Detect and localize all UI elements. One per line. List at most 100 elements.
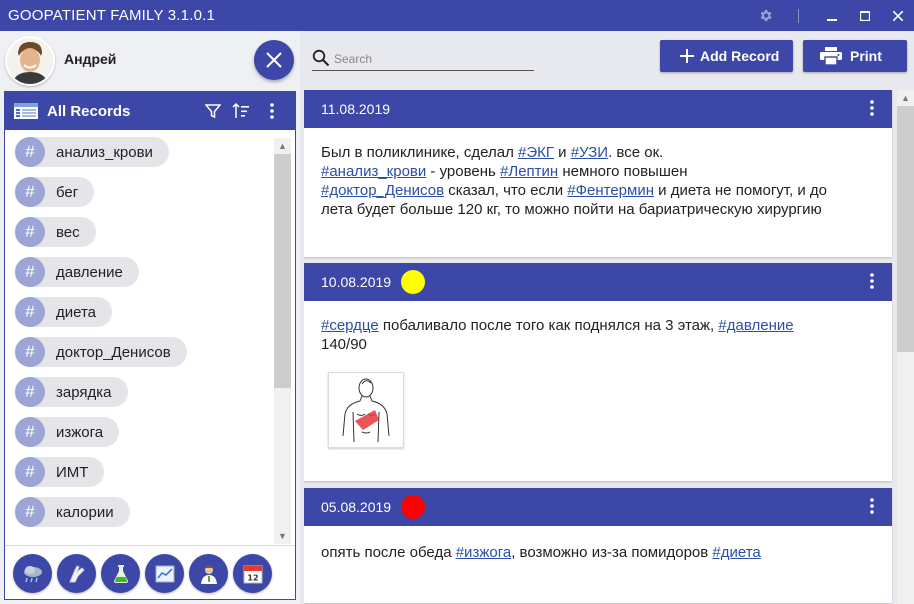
record-text-segment: и: [553, 144, 571, 161]
settings-button[interactable]: [749, 0, 782, 31]
hashtag-icon: #: [15, 257, 45, 287]
more-button[interactable]: [262, 101, 282, 121]
hashtag-link[interactable]: #анализ_крови: [321, 163, 426, 180]
scroll-down-icon[interactable]: ▼: [274, 528, 291, 544]
print-button[interactable]: Print: [803, 40, 907, 72]
separator-icon: [782, 0, 815, 31]
svg-text:12: 12: [247, 573, 258, 582]
calendar-button[interactable]: 12: [233, 554, 272, 593]
avatar[interactable]: [5, 36, 55, 86]
print-label: Print: [850, 48, 882, 64]
close-panel-button[interactable]: [254, 40, 294, 80]
window-controls: [749, 0, 914, 31]
tag-label: анализ_крови: [56, 143, 153, 161]
tag-item[interactable]: # калории: [15, 497, 130, 527]
title-bar: GOOPATIENT FAMILY 3.1.0.1: [0, 0, 914, 31]
scroll-thumb[interactable]: [897, 106, 914, 352]
filter-button[interactable]: [203, 101, 223, 121]
record-card[interactable]: 11.08.2019 Был в поликлинике, сделал #ЭК…: [304, 90, 892, 257]
record-line: 140/90: [321, 335, 875, 354]
hashtag-link[interactable]: #изжога: [456, 544, 511, 561]
record-text: опять после обеда #изжога, возможно из-з…: [304, 526, 892, 572]
record-text-segment: 140/90: [321, 336, 367, 353]
search-input[interactable]: [334, 50, 532, 68]
tag-item[interactable]: # изжога: [15, 417, 120, 447]
tag-list-scrollbar[interactable]: ▲ ▼: [274, 138, 291, 544]
hashtag-link[interactable]: #давление: [718, 317, 793, 334]
record-card[interactable]: 10.08.2019 #сердце побаливало после того…: [304, 263, 892, 481]
status-dot: [401, 270, 426, 294]
close-icon: [266, 52, 282, 68]
minimize-icon: [826, 18, 837, 21]
maximize-icon: [859, 10, 870, 21]
tag-list: # анализ_крови # бег # вес # давление # диета # док…: [5, 130, 272, 538]
scroll-up-icon[interactable]: ▲: [274, 138, 291, 154]
close-icon: [892, 10, 903, 21]
hashtag-link[interactable]: #УЗИ: [571, 144, 608, 161]
tag-item[interactable]: # диета: [15, 297, 113, 327]
calendar-icon: 12: [243, 565, 262, 583]
hashtag-icon: #: [15, 217, 45, 247]
tag-label: изжога: [56, 423, 104, 441]
gloves-button[interactable]: [57, 554, 96, 593]
lab-button[interactable]: [101, 554, 140, 593]
tag-item[interactable]: # вес: [15, 217, 96, 247]
record-card[interactable]: 05.08.2019 опять после обеда #изжога, во…: [304, 488, 892, 603]
tag-item[interactable]: # бег: [15, 177, 95, 207]
record-text-segment: и диета не помогут, и до: [654, 182, 827, 199]
records-panel: All Records # анализ_крови # бег # вес # давлен…: [4, 91, 296, 600]
sort-icon: [232, 103, 249, 118]
scroll-thumb[interactable]: [274, 154, 291, 388]
record-line: лета будет больше 120 кг, то можно пойти…: [321, 200, 875, 219]
record-menu-button[interactable]: [870, 498, 874, 519]
records-feed: 11.08.2019 Был в поликлинике, сделал #ЭК…: [304, 90, 893, 604]
hashtag-icon: #: [15, 417, 45, 447]
records-header: All Records: [5, 92, 295, 130]
feed-scrollbar[interactable]: ▲: [897, 90, 914, 604]
flask-icon: [113, 564, 128, 583]
minimize-button[interactable]: [815, 0, 848, 31]
tag-item[interactable]: # давление: [15, 257, 139, 287]
close-window-button[interactable]: [881, 0, 914, 31]
record-header: 05.08.2019: [304, 488, 892, 526]
records-list-icon: [14, 103, 38, 119]
hashtag-link[interactable]: #Лептин: [500, 163, 558, 180]
record-text-segment: Был в поликлинике, сделал: [321, 144, 518, 161]
gear-icon: [760, 9, 772, 22]
scroll-up-icon[interactable]: ▲: [897, 90, 914, 106]
tag-item[interactable]: # ИМТ: [15, 457, 105, 487]
hashtag-icon: #: [15, 377, 45, 407]
tag-label: диета: [56, 303, 97, 321]
doctors-button[interactable]: [189, 554, 228, 593]
record-date: 11.08.2019: [321, 101, 391, 117]
hashtag-icon: #: [15, 497, 45, 527]
weather-button[interactable]: [13, 554, 52, 593]
left-panel: Андрей All Records # анализ_крови # бег …: [0, 31, 300, 604]
tag-label: давление: [56, 263, 123, 281]
add-record-button[interactable]: Add Record: [660, 40, 793, 72]
hashtag-link[interactable]: #сердце: [321, 317, 379, 334]
more-vertical-icon: [870, 498, 874, 514]
hashtag-link[interactable]: #доктор_Денисов: [321, 182, 444, 199]
chest-pain-illustration-icon: [342, 378, 390, 443]
record-text-segment: . все ок.: [608, 144, 664, 161]
tag-item[interactable]: # зарядка: [15, 377, 128, 407]
chart-icon: [155, 565, 174, 582]
profile-header: Андрей: [0, 31, 300, 89]
more-vertical-icon: [270, 103, 274, 119]
hashtag-link[interactable]: #Фентермин: [567, 182, 654, 199]
tag-item[interactable]: # анализ_крови: [15, 137, 169, 167]
hashtag-link[interactable]: #ЭКГ: [518, 144, 554, 161]
weather-icon: [23, 565, 42, 582]
record-menu-button[interactable]: [870, 100, 874, 121]
record-attachment-image[interactable]: [328, 372, 404, 448]
record-text-segment: лета будет больше 120 кг, то можно пойти…: [321, 201, 822, 218]
record-menu-button[interactable]: [870, 273, 874, 294]
tag-item[interactable]: # доктор_Денисов: [15, 337, 187, 367]
search-icon: [312, 49, 330, 67]
hashtag-link[interactable]: #диета: [712, 544, 760, 561]
doctor-icon: [200, 565, 217, 584]
sort-button[interactable]: [231, 101, 251, 121]
maximize-button[interactable]: [848, 0, 881, 31]
charts-button[interactable]: [145, 554, 184, 593]
